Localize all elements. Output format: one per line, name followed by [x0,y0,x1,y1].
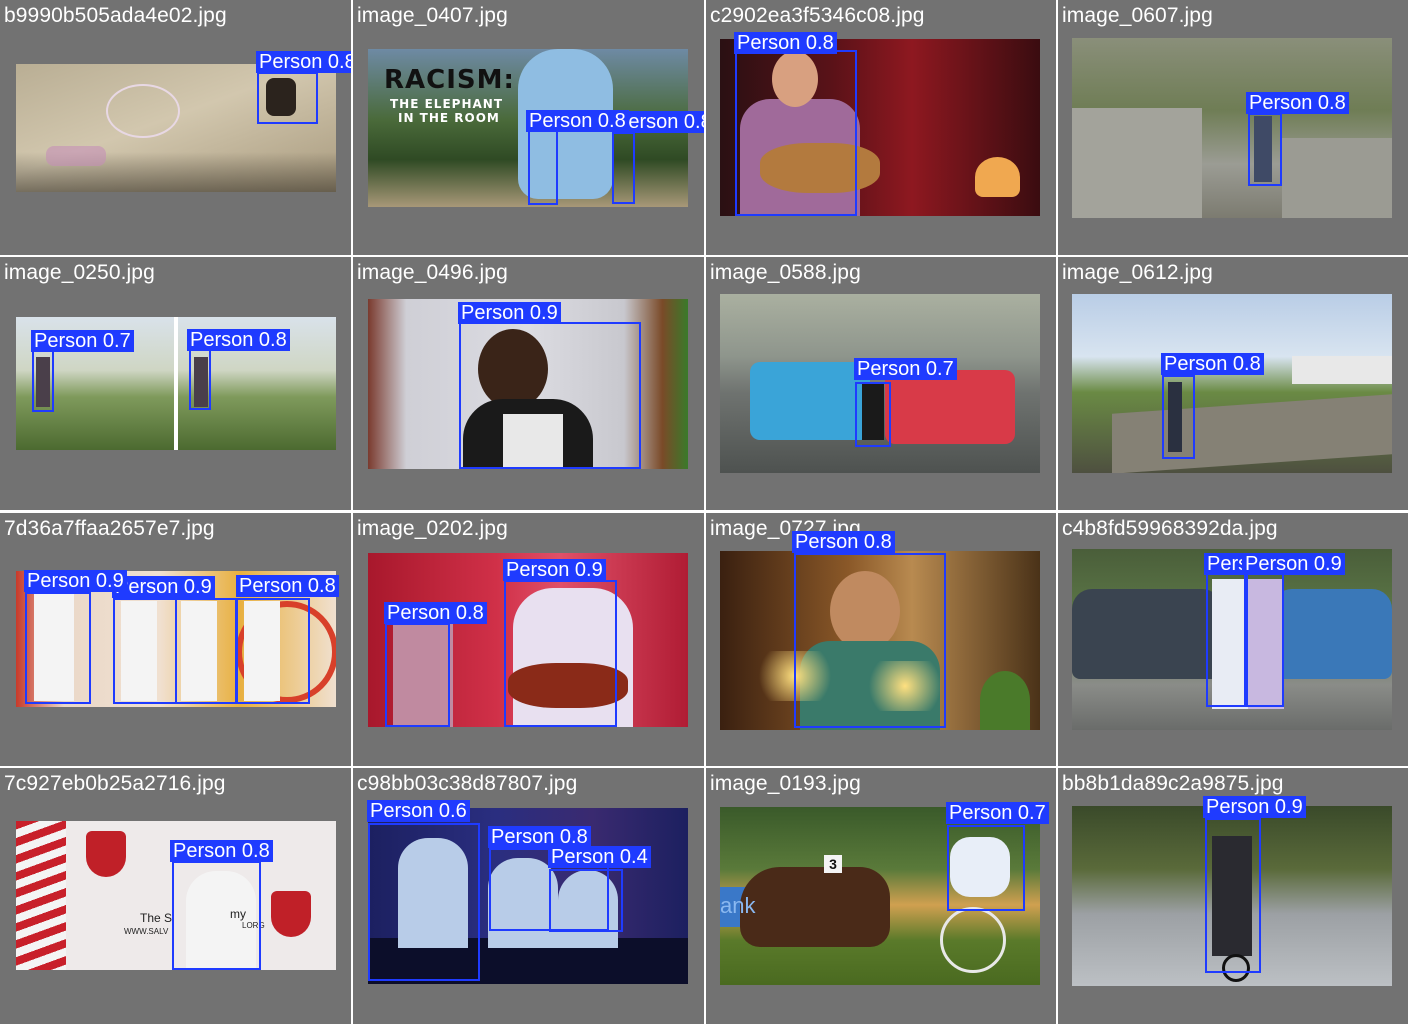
tile-image_0193[interactable]: 3 ank Person 0.7 image_0193.jpg [706,768,1056,1024]
image-filename: image_0588.jpg [710,261,861,284]
image-filename: c98bb03c38d87807.jpg [357,772,578,795]
image-filename: image_0607.jpg [1062,4,1213,27]
scene-title-text: RACISM: [384,65,515,95]
detection-box [257,72,318,124]
tile-image_0612[interactable]: Person 0.8 image_0612.jpg [1058,257,1408,510]
tile-image_0588[interactable]: Person 0.7 image_0588.jpg [706,257,1056,510]
detection-label: Person 0.8 [1246,92,1349,114]
detection-label: Person 0.7 [854,358,957,380]
detection-label: Person 0.9 [1203,796,1306,818]
scene-subtitle-text: THE ELEPHANT [390,97,503,111]
detection-box [368,823,480,981]
detection-label: Person 0.8 [187,329,290,351]
image-filename: 7d36a7ffaa2657e7.jpg [4,517,215,540]
detection-box [549,869,623,932]
detection-label: Person 0.4 [548,846,651,868]
image-filename: image_0250.jpg [4,261,155,284]
detection-box [236,598,310,704]
image-filename: b9990b505ada4e02.jpg [4,4,227,27]
scene-sign-text: The S [140,911,173,925]
tile-image_0407[interactable]: RACISM: THE ELEPHANT IN THE ROOM Person … [353,0,704,255]
detection-label: Person 0.8 [734,32,837,54]
detection-box [794,553,946,728]
detection-box [855,382,891,447]
detection-box [385,623,450,727]
tile-7c927eb0b25a2716[interactable]: The S my WWW.SALV LORG Person 0.8 7c927e… [0,768,351,1024]
detection-box [459,322,641,469]
detection-box [25,592,91,704]
detection-box [1244,573,1284,707]
detection-label: Person 0.9 [503,559,606,581]
detection-label: Person 0.9 [1242,553,1345,575]
image-filename: image_0202.jpg [357,517,508,540]
image-filename: image_0612.jpg [1062,261,1213,284]
tile-7d36a7ffaa2657e7[interactable]: Person 0.9 Person 0.8 Person 0.9 7d36a7f… [0,513,351,766]
detection-label: Person 0.8 [488,826,591,848]
detection-box [32,349,54,412]
tile-image_0727[interactable]: image_0727.jpg Person 0.8 [706,513,1056,766]
scene-banner-text: ank [720,893,756,918]
detection-box [735,50,857,216]
detection-label: Person 0.8 [236,575,339,597]
image-filename: image_0407.jpg [357,4,508,27]
detection-box [1162,375,1195,459]
detection-label: Person 0.9 [112,576,215,598]
detection-label: Person 0.8 [526,110,629,132]
detection-label: Person 0.8 [1161,353,1264,375]
image-filename: bb8b1da89c2a9875.jpg [1062,772,1284,795]
photo-wall-road [1072,294,1392,473]
image-filename: image_0193.jpg [710,772,861,795]
tile-b9990b505ada4e02[interactable]: Person 0.8 b9990b505ada4e02.jpg [0,0,351,255]
detection-label: Person 0.6 [367,800,470,822]
detection-box [504,580,617,727]
detection-box [113,598,177,704]
detection-label: Person 0.8 [384,602,487,624]
scene-subtitle-text: IN THE ROOM [398,111,500,125]
detection-label: Person 0.8 [792,531,895,553]
detection-box [1206,573,1248,707]
detection-label: Person 0.7 [946,802,1049,824]
detection-label: Person 0.9 [24,570,127,592]
detection-box [528,130,558,205]
photo-stone-wall-path [1072,38,1392,218]
detection-label: Person 0.9 [458,302,561,324]
saddle-number: 3 [824,855,842,873]
image-filename: image_0496.jpg [357,261,508,284]
detection-label: Person 0.8 [256,51,351,73]
image-filename: c4b8fd59968392da.jpg [1062,517,1278,540]
tile-image_0607[interactable]: Person 0.8 image_0607.jpg [1058,0,1408,255]
image-filename: c2902ea3f5346c08.jpg [710,4,925,27]
tile-image_0250[interactable]: Person 0.7 Person 0.8 image_0250.jpg [0,257,351,510]
detection-label: Person 0.8 [170,840,273,862]
scene-sign-text: WWW.SALV [124,927,169,936]
detection-box [1205,818,1261,973]
tile-image_0202[interactable]: Person 0.9 Person 0.8 image_0202.jpg [353,513,704,766]
tile-c2902ea3f5346c08[interactable]: Person 0.8 c2902ea3f5346c08.jpg [706,0,1056,255]
tile-c98bb03c38d87807[interactable]: Person 0.8 Person 0.4 c98bb03c38d87807.j… [353,768,704,1024]
detection-box [1248,113,1282,186]
detection-box [947,825,1025,911]
tile-image_0496[interactable]: Person 0.9 image_0496.jpg [353,257,704,510]
tile-c4b8fd59968392da[interactable]: Person 0.9 Person 0.9 c4b8fd59968392da.j… [1058,513,1408,766]
detection-box [175,598,237,704]
tile-bb8b1da89c2a9875[interactable]: bb8b1da89c2a9875.jpg Person 0.9 [1058,768,1408,1024]
detection-label: Person 0.7 [31,330,134,352]
detection-box [172,861,261,970]
image-filename: 7c927eb0b25a2716.jpg [4,772,226,795]
detection-box [612,132,635,204]
detection-box [189,349,211,410]
